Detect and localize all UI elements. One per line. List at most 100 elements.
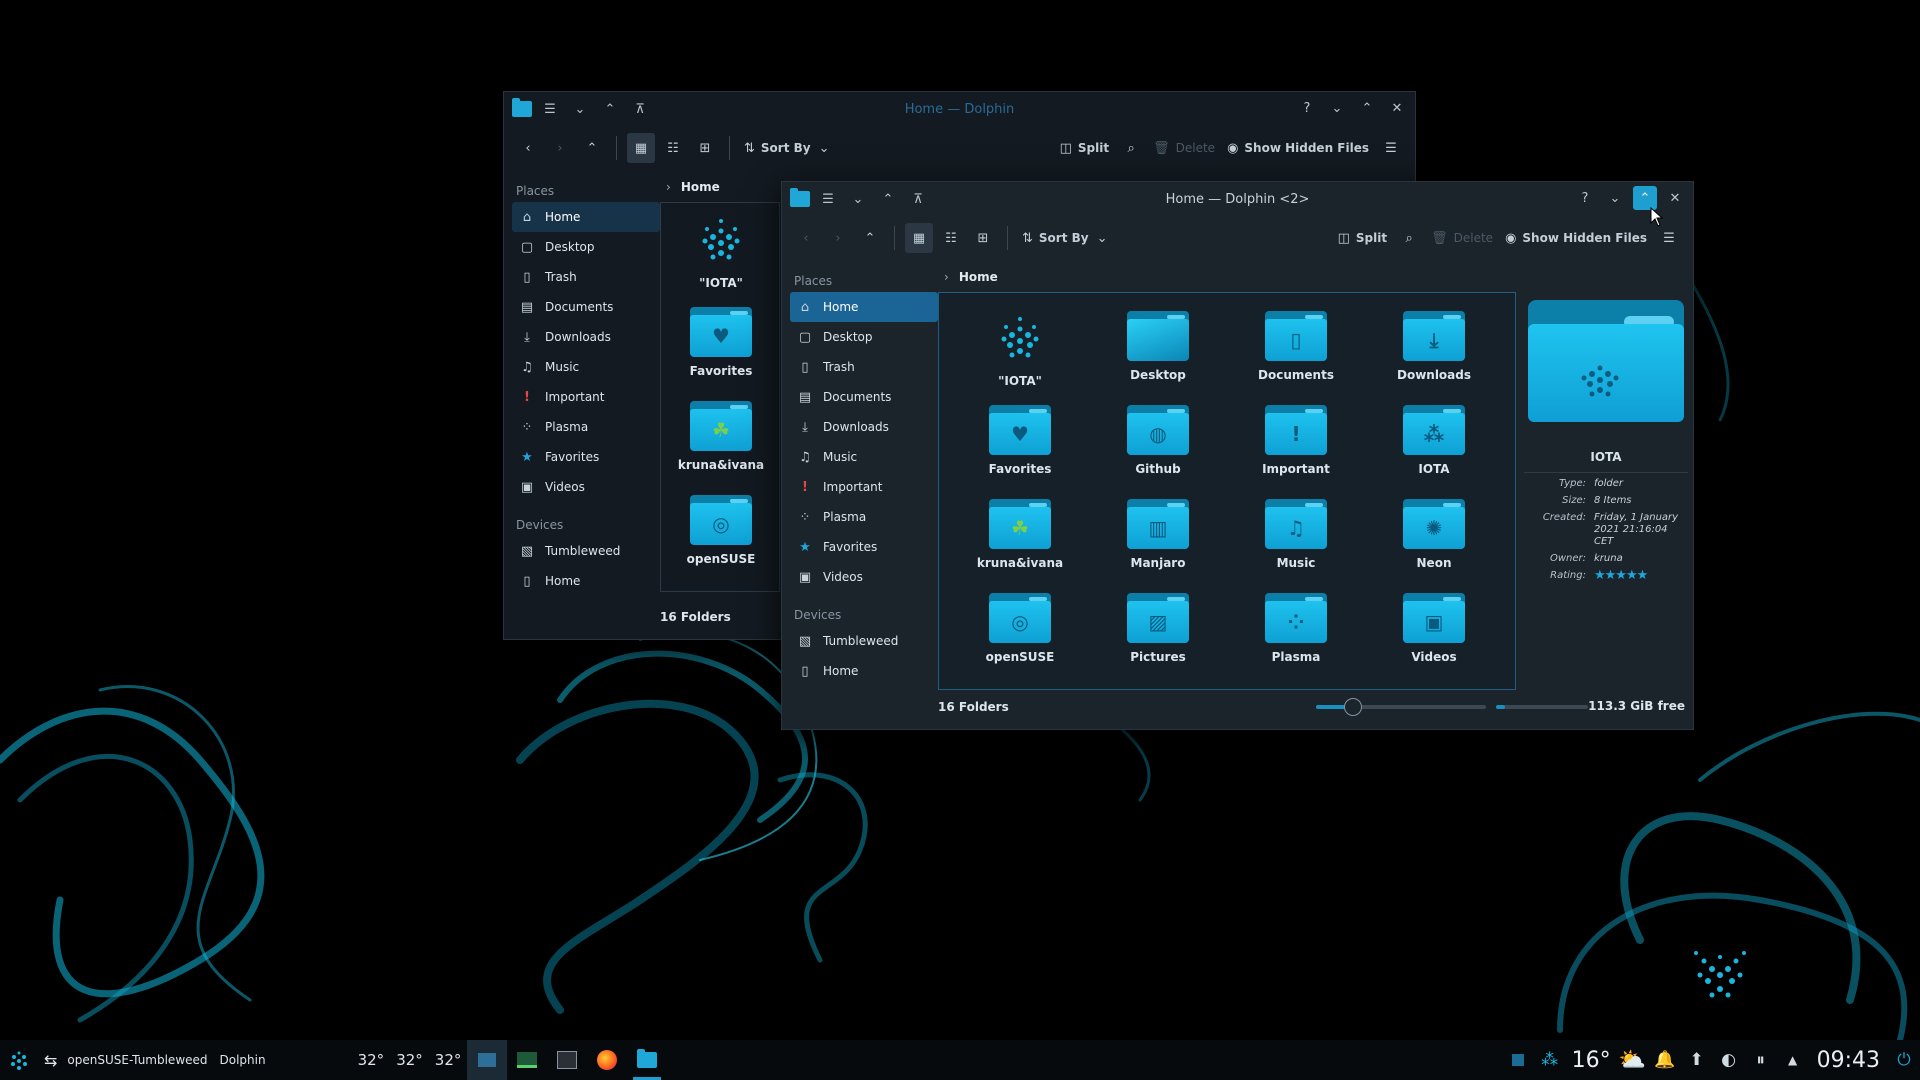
hamburger-menu-button[interactable]: ☰: [1377, 133, 1405, 163]
keep-above-icon[interactable]: ⌃: [598, 97, 622, 121]
sidebar-item-music[interactable]: ♫ Music: [790, 442, 938, 472]
file-item-music[interactable]: ♫ Music: [1227, 489, 1365, 583]
hamburger-menu-button[interactable]: ☰: [1655, 223, 1683, 253]
file-item-important[interactable]: ! Important: [1227, 395, 1365, 489]
back-button[interactable]: ‹: [514, 133, 542, 163]
sidebar-item-downloads[interactable]: ⤓ Downloads: [512, 322, 660, 352]
weather-temperature[interactable]: 16°: [1572, 1048, 1611, 1073]
dolphin-window-front[interactable]: ☰ ⌄ ⌃ ⊼ Home — Dolphin <2> ? ⌄ ⌃ ✕ ‹ › ⌃…: [781, 181, 1694, 730]
split-button[interactable]: ◫ Split: [1334, 223, 1392, 253]
file-item-downloads[interactable]: ⤓ Downloads: [1365, 301, 1503, 395]
temperature-sensor[interactable]: 32°: [435, 1051, 462, 1069]
sidebar-item-home[interactable]: ⌂ Home: [790, 292, 938, 322]
sidebar-item-home[interactable]: ⌂ Home: [512, 202, 660, 232]
sidebar-item-trash[interactable]: ▯ Trash: [790, 352, 938, 382]
temperature-sensor[interactable]: 32°: [358, 1051, 385, 1069]
sidebar-item-tumbleweed[interactable]: ▧ Tumbleweed: [790, 626, 938, 656]
sort-by-button[interactable]: ⇅ Sort By ⌄: [1018, 223, 1112, 253]
file-item-manjaro[interactable]: ▥ Manjaro: [1089, 489, 1227, 583]
file-item-videos[interactable]: ▣ Videos: [1365, 583, 1503, 677]
minimize-icon[interactable]: ⌄: [1325, 96, 1349, 120]
help-icon[interactable]: ?: [1295, 96, 1319, 120]
sidebar-item-home-device[interactable]: ▯ Home: [512, 566, 660, 596]
pager-icon[interactable]: [467, 1040, 508, 1080]
shade-icon[interactable]: ⌄: [568, 97, 592, 121]
sidebar-item-important[interactable]: ! Important: [790, 472, 938, 502]
iota-tray-icon[interactable]: ⁂: [1537, 1047, 1563, 1073]
up-button[interactable]: ⌃: [856, 223, 884, 253]
system-monitor-icon[interactable]: [507, 1040, 547, 1080]
dolphin-app-icon[interactable]: [512, 98, 532, 117]
compact-view-button[interactable]: ☷: [659, 133, 687, 163]
file-item-opensuse[interactable]: ◎ openSUSE: [951, 583, 1089, 677]
delete-button[interactable]: 🗑 Delete: [1149, 133, 1219, 163]
sidebar-item-plasma[interactable]: ⁘ Plasma: [512, 412, 660, 442]
sidebar-item-desktop[interactable]: ▢ Desktop: [512, 232, 660, 262]
window-title-widget[interactable]: Dolphin: [214, 1040, 272, 1080]
show-hidden-files-button[interactable]: ◉ Show Hidden Files: [1223, 133, 1373, 163]
file-item-desktop[interactable]: Desktop: [1089, 301, 1227, 395]
power-icon[interactable]: ⏻: [1891, 1047, 1917, 1073]
chevron-up-icon[interactable]: ▲: [1780, 1047, 1806, 1073]
file-view[interactable]: "IOTA" ♥ Favorites ☘ kruna&ivana ◎ openS…: [660, 202, 780, 592]
file-item-documents[interactable]: ▯ Documents: [1227, 301, 1365, 395]
temperature-sensor[interactable]: 32°: [396, 1051, 423, 1069]
up-button[interactable]: ⌃: [578, 133, 606, 163]
icons-view-button[interactable]: ▦: [627, 133, 655, 163]
file-item-iota[interactable]: ⁂ IOTA: [1365, 395, 1503, 489]
keep-below-icon[interactable]: ⊼: [906, 187, 930, 211]
sidebar-item-desktop[interactable]: ▢ Desktop: [790, 322, 938, 352]
firefox-icon[interactable]: [587, 1040, 627, 1080]
media-pause-icon[interactable]: ⏸: [1748, 1047, 1774, 1073]
menu-icon[interactable]: ☰: [816, 187, 840, 211]
back-button[interactable]: ‹: [792, 223, 820, 253]
file-item-plasma[interactable]: ⁘ Plasma: [1227, 583, 1365, 677]
sidebar-item-videos[interactable]: ▣ Videos: [512, 472, 660, 502]
file-item-favorites[interactable]: ♥ Favorites: [951, 395, 1089, 489]
sidebar-item-downloads[interactable]: ⤓ Downloads: [790, 412, 938, 442]
search-button[interactable]: ⌕: [1117, 133, 1145, 163]
sidebar-item-favorites[interactable]: ★ Favorites: [790, 532, 938, 562]
breadcrumb[interactable]: › Home: [662, 174, 720, 200]
sidebar-item-favorites[interactable]: ★ Favorites: [512, 442, 660, 472]
update-icon[interactable]: ⬆: [1684, 1047, 1710, 1073]
keep-below-icon[interactable]: ⊼: [628, 97, 652, 121]
sidebar-item-trash[interactable]: ▯ Trash: [512, 262, 660, 292]
file-item[interactable]: ◎ openSUSE: [687, 485, 755, 579]
volume-icon[interactable]: ◐: [1716, 1047, 1742, 1073]
titlebar[interactable]: ☰ ⌄ ⌃ ⊼ Home — Dolphin ? ⌄ ⌃ ✕: [504, 92, 1415, 126]
sidebar-item-home-device[interactable]: ▯ Home: [790, 656, 938, 686]
zoom-slider[interactable]: [1316, 698, 1486, 716]
sidebar-item-videos[interactable]: ▣ Videos: [790, 562, 938, 592]
search-button[interactable]: ⌕: [1395, 223, 1423, 253]
sidebar-item-important[interactable]: ! Important: [512, 382, 660, 412]
close-icon[interactable]: ✕: [1663, 186, 1687, 210]
minimize-icon[interactable]: ⌄: [1603, 186, 1627, 210]
file-item[interactable]: ♥ Favorites: [690, 297, 752, 391]
dolphin-taskbar-icon[interactable]: [627, 1040, 667, 1080]
sidebar-item-plasma[interactable]: ⁘ Plasma: [790, 502, 938, 532]
titlebar[interactable]: ☰ ⌄ ⌃ ⊼ Home — Dolphin <2> ? ⌄ ⌃ ✕: [782, 182, 1693, 216]
file-item-neon[interactable]: ✺ Neon: [1365, 489, 1503, 583]
weather-icon[interactable]: ⛅: [1619, 1047, 1646, 1073]
sidebar-item-music[interactable]: ♫ Music: [512, 352, 660, 382]
file-item-iota-quoted[interactable]: "IOTA": [951, 301, 1089, 395]
clock[interactable]: 09:43: [1817, 1048, 1880, 1073]
file-item-pictures[interactable]: ▨ Pictures: [1089, 583, 1227, 677]
sidebar-item-documents[interactable]: ▤ Documents: [512, 292, 660, 322]
terminal-icon[interactable]: [547, 1040, 587, 1080]
show-hidden-files-button[interactable]: ◉ Show Hidden Files: [1501, 223, 1651, 253]
application-launcher[interactable]: [0, 1040, 38, 1080]
file-item-kruna-ivana[interactable]: ☘ kruna&ivana: [951, 489, 1089, 583]
details-view-button[interactable]: ⊞: [691, 133, 719, 163]
shade-icon[interactable]: ⌄: [846, 187, 870, 211]
breadcrumb[interactable]: › Home: [940, 264, 998, 290]
sort-by-button[interactable]: ⇅ Sort By ⌄: [740, 133, 834, 163]
maximize-icon[interactable]: ⌃: [1355, 96, 1379, 120]
keep-above-icon[interactable]: ⌃: [876, 187, 900, 211]
forward-button[interactable]: ›: [546, 133, 574, 163]
bell-icon[interactable]: 🔔: [1652, 1047, 1678, 1073]
disk-usage-icon[interactable]: [1505, 1047, 1531, 1073]
menu-icon[interactable]: ☰: [538, 97, 562, 121]
rating-stars[interactable]: ★★★★★: [1594, 569, 1688, 582]
